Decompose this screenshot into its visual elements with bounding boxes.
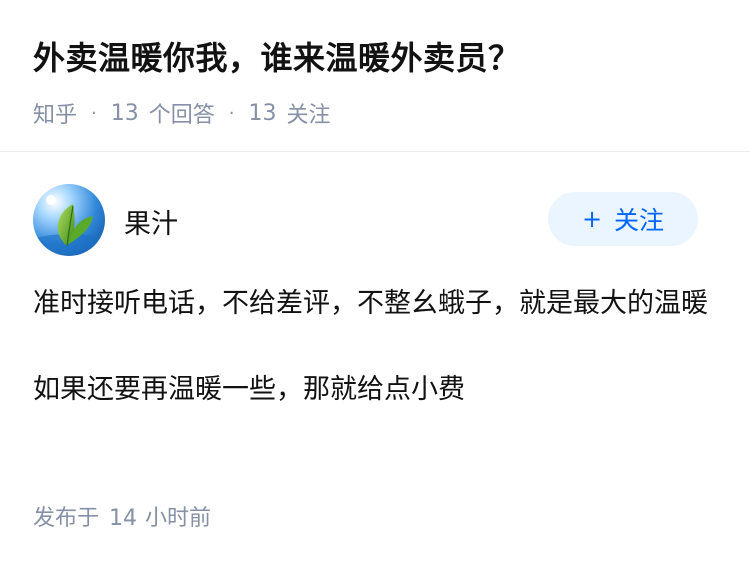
author-name[interactable]: 果汁 (124, 202, 178, 241)
leaf-avatar-icon[interactable] (33, 184, 105, 256)
answer-paragraph: 准时接听电话，不给差评，不整幺蛾子，就是最大的温暖 (33, 288, 708, 319)
meta-separator: · (91, 102, 97, 124)
follower-count-label[interactable]: 关注 (287, 97, 331, 129)
author-row: 果汁 + 关注 (33, 184, 698, 256)
follow-button[interactable]: + 关注 (548, 192, 698, 246)
question-title[interactable]: 外卖温暖你我，谁来温暖外卖员？ (33, 34, 720, 82)
answer-count: 13 (110, 100, 139, 126)
publish-time-value: 14 (109, 506, 138, 531)
answer-count-label[interactable]: 个回答 (149, 97, 215, 129)
follow-button-label: 关注 (614, 206, 665, 235)
answer-body: 准时接听电话，不给差评，不整幺蛾子，就是最大的温暖 如果还要再温暖一些，那就给点… (33, 280, 710, 414)
divider (0, 151, 750, 152)
plus-icon: + (581, 205, 603, 233)
publish-time[interactable]: 发布于 14 小时前 (33, 500, 211, 532)
follower-count: 13 (248, 100, 277, 126)
publish-time-suffix: 小时前 (145, 506, 212, 531)
meta-separator: · (228, 102, 235, 124)
answer-paragraph: 如果还要再温暖一些，那就给点小费 (33, 374, 465, 405)
question-header: 外卖温暖你我，谁来温暖外卖员？ 知乎 · 13 个回答 · 13 关注 (33, 34, 720, 128)
avatar-image (33, 184, 105, 256)
question-meta: 知乎 · 13 个回答 · 13 关注 (33, 97, 720, 129)
source-label[interactable]: 知乎 (33, 97, 77, 129)
publish-time-prefix: 发布于 (33, 506, 100, 531)
